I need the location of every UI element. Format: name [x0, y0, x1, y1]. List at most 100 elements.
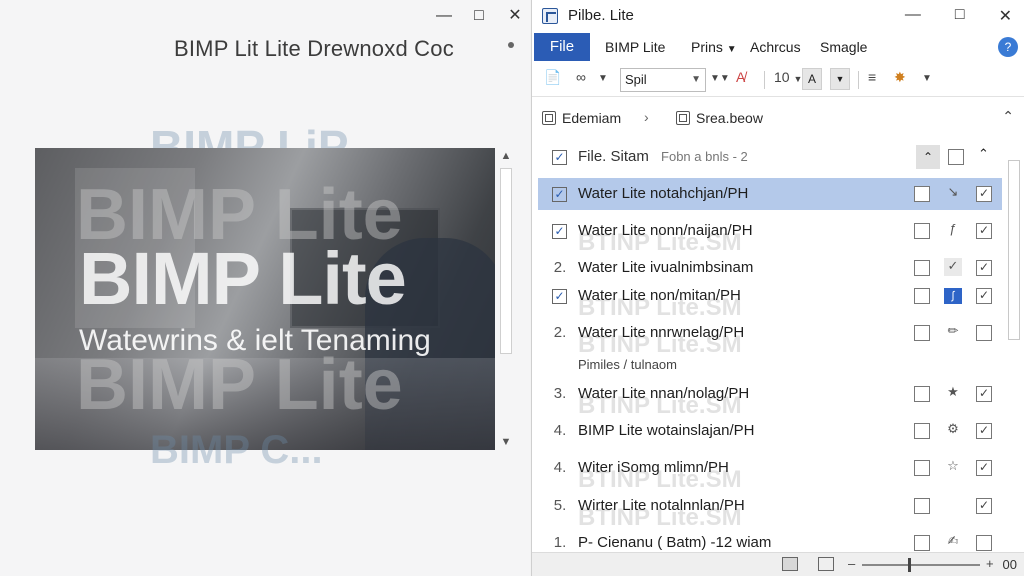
list-scrollbar[interactable] [1006, 160, 1022, 540]
header-meta: Fobn a bnls - 2 [661, 149, 748, 164]
row-checkbox[interactable]: ✓ [552, 187, 567, 202]
format-painter-icon[interactable]: ∞ [576, 69, 586, 85]
help-icon[interactable]: ? [998, 37, 1018, 57]
row-action-icon[interactable]: ✓ [944, 258, 962, 276]
row-option-checkbox[interactable] [914, 223, 930, 239]
maximize-icon[interactable]: □ [955, 6, 965, 26]
row-option-checkbox[interactable] [914, 498, 930, 514]
menu-achrcus[interactable]: Achrcus [750, 39, 801, 55]
breadcrumb-item-edemiam[interactable]: Edemiam [542, 110, 621, 126]
font-name-select[interactable]: Spil ▼ [620, 68, 706, 92]
scroll-down-icon[interactable]: ▼ [497, 436, 515, 448]
row-checkbox[interactable]: ✓ [552, 289, 567, 304]
status-bar: – + 00 [532, 552, 1024, 576]
new-document-icon[interactable]: 📄 [544, 69, 561, 86]
list-item[interactable]: BTINP Lite.SM ✓ Water Lite nonn/naijan/PH ƒ… [538, 215, 1002, 256]
list-item[interactable]: BTINP Lite.SM 3. Water Lite nnan/nolag/PH ★… [538, 378, 1002, 419]
list-view-icon[interactable] [818, 557, 834, 571]
row-enable-checkbox[interactable]: ✓ [976, 186, 992, 202]
row-option-checkbox[interactable] [914, 325, 930, 341]
row-action-icon[interactable]: ↘ [944, 184, 962, 202]
zoom-in-icon[interactable]: + [986, 556, 994, 571]
minimize-icon[interactable]: — [905, 6, 921, 26]
zoom-slider[interactable] [862, 564, 980, 566]
minimize-icon[interactable]: — [436, 6, 452, 26]
chevron-down-icon: ▼ [726, 44, 737, 55]
row-action-icon[interactable]: ✍ [944, 533, 962, 551]
row-enable-checkbox[interactable]: ✓ [976, 498, 992, 514]
row-enable-checkbox[interactable]: ✓ [976, 423, 992, 439]
row-action-icon[interactable]: ☆ [944, 458, 962, 476]
window-controls: — □ ✕ [905, 6, 1012, 26]
list-item-label: Pimiles / tulnaom [578, 357, 677, 372]
effects-icon[interactable]: ✸ [894, 69, 906, 86]
chevron-up-icon[interactable]: ⌃ [978, 146, 989, 162]
menu-smagle[interactable]: Smagle [820, 39, 867, 55]
row-option-checkbox[interactable] [914, 288, 930, 304]
row-option-checkbox[interactable] [914, 423, 930, 439]
zoom-slider-thumb[interactable] [908, 558, 911, 572]
menu-bimp-lite[interactable]: BIMP Lite [605, 39, 665, 55]
window-controls: — □ ✕ [436, 6, 522, 26]
list-item[interactable]: BTINP Lite.SM ✓ Water Lite non/mitan/PH ∫ ✓ [538, 280, 1002, 321]
row-enable-checkbox[interactable]: ✓ [976, 260, 992, 276]
clear-format-icon[interactable]: A̸ [736, 69, 745, 85]
row-index: 3. [553, 385, 567, 402]
image-icon [676, 111, 690, 125]
app-icon [542, 8, 558, 24]
watermark-main-text: BIMP Lite [79, 237, 407, 320]
row-option-checkbox[interactable] [914, 186, 930, 202]
scroll-up-icon[interactable]: ▲ [497, 150, 515, 162]
header-label: File. Sitam [578, 148, 649, 165]
row-action-icon[interactable]: ✏ [944, 323, 962, 341]
select-all-checkbox[interactable]: ✓ [552, 150, 567, 165]
row-enable-checkbox[interactable]: ✓ [976, 460, 992, 476]
row-index: 2. [553, 259, 567, 276]
menu-bar: File BIMP Lite Prins ▼ Achrcus Smagle ? [532, 33, 1024, 63]
text-color-icon[interactable]: A [802, 68, 822, 90]
row-enable-checkbox[interactable]: ✓ [976, 386, 992, 402]
row-action-icon[interactable]: ƒ [944, 221, 962, 239]
align-icon[interactable]: ≡ [868, 69, 876, 85]
scroll-thumb[interactable] [1008, 160, 1020, 340]
maximize-icon[interactable]: □ [472, 6, 486, 26]
list-item[interactable]: BTINP Lite.SM 4. Witer iSomg mlimn/PH ☆ ✓ [538, 452, 1002, 493]
row-option-checkbox[interactable] [914, 386, 930, 402]
list-item[interactable]: ✓ Water Lite notahchjan/PH ↘ ✓ [538, 178, 1002, 210]
row-index: 2. [553, 324, 567, 341]
row-enable-checkbox[interactable]: ✓ [976, 288, 992, 304]
grid-view-icon[interactable] [782, 557, 798, 571]
row-checkbox[interactable]: ✓ [552, 224, 567, 239]
row-enable-checkbox[interactable] [976, 325, 992, 341]
menu-prins[interactable]: Prins ▼ [691, 39, 737, 55]
row-enable-checkbox[interactable]: ✓ [976, 223, 992, 239]
row-option-checkbox[interactable] [914, 260, 930, 276]
scroll-thumb[interactable] [500, 168, 512, 354]
row-action-icon[interactable]: ∫ [944, 288, 962, 304]
zoom-level: 00 [1002, 557, 1017, 572]
image-preview[interactable]: BIMP Lite Watewrins & ielt Tenaming [35, 148, 495, 450]
column-checkbox[interactable] [948, 149, 964, 165]
chevron-down-icon[interactable]: ▼ [830, 68, 850, 90]
row-action-icon[interactable]: ★ [944, 384, 962, 402]
window-title: Pilbe. Lite [568, 7, 634, 24]
close-icon[interactable]: ✕ [508, 6, 522, 26]
breadcrumb-item-srea[interactable]: Srea.beow [676, 110, 763, 126]
chevron-down-icon[interactable]: ▼ [598, 73, 608, 84]
font-size-select[interactable]: 10 ▼ [774, 69, 802, 85]
preview-scrollbar[interactable]: ▲ ▼ [497, 148, 515, 450]
chevron-down-icon[interactable]: ▼▼ [710, 73, 730, 84]
list-item[interactable]: BTINP Lite.SM 2. Water Lite nnrwnelag/PH ✏ [538, 317, 1002, 358]
menu-file[interactable]: File [534, 33, 590, 61]
list-item[interactable]: 4. BIMP Lite wotainslajan/PH ⚙ ✓ [538, 415, 1002, 447]
close-icon[interactable]: ✕ [999, 6, 1012, 26]
row-enable-checkbox[interactable] [976, 535, 992, 551]
row-option-checkbox[interactable] [914, 535, 930, 551]
zoom-out-icon[interactable]: – [848, 556, 855, 571]
chevron-up-icon[interactable]: ⌃ [1002, 108, 1014, 125]
sort-up-button[interactable]: ⌃ [916, 145, 940, 169]
row-action-icon[interactable]: ⚙ [944, 421, 962, 439]
list-item[interactable]: BTINP Lite.SM 5. Wirter Lite notalnnlan/PH… [538, 490, 1002, 531]
chevron-down-icon[interactable]: ▼ [922, 73, 932, 84]
row-option-checkbox[interactable] [914, 460, 930, 476]
